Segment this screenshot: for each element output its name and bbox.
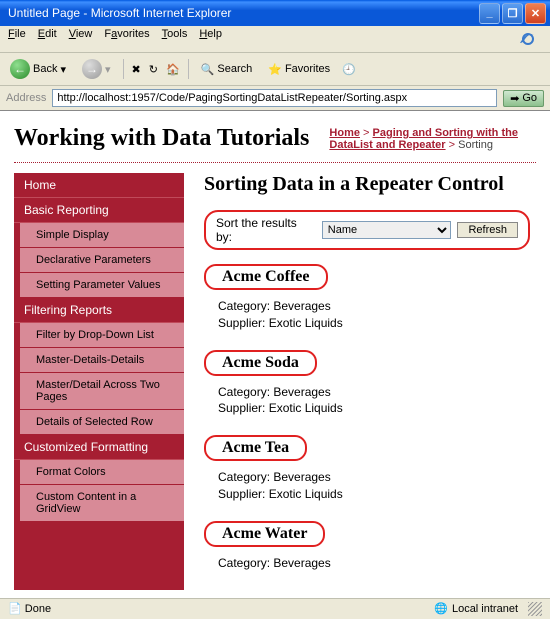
product-item: Acme Water Category: Beverages <box>204 521 530 572</box>
page-heading: Sorting Data in a Repeater Control <box>204 173 530 196</box>
product-meta: Category: BeveragesSupplier: Exotic Liqu… <box>204 469 530 503</box>
product-item: Acme Coffee Category: BeveragesSupplier: … <box>204 264 530 332</box>
sidebar-item[interactable]: Setting Parameter Values <box>14 273 184 298</box>
menu-tools[interactable]: Tools <box>162 28 188 50</box>
toolbar: ←Back ▾ → ▾ ✖ ↻ 🏠 🔍 Search ⭐ Favorites 🕘 <box>0 53 550 86</box>
menu-help[interactable]: Help <box>199 28 222 50</box>
window-title: Untitled Page - Microsoft Internet Explo… <box>4 6 479 20</box>
forward-button: → ▾ <box>78 57 115 81</box>
breadcrumb: Home > Paging and Sorting with the DataL… <box>309 119 536 151</box>
address-input[interactable] <box>52 89 497 107</box>
product-name: Acme Soda <box>204 350 317 376</box>
sidebar-item[interactable]: Declarative Parameters <box>14 248 184 273</box>
product-name: Acme Coffee <box>204 264 328 290</box>
product-meta: Category: Beverages <box>204 555 530 572</box>
address-label: Address <box>6 92 46 104</box>
sort-select[interactable]: Name <box>322 221 452 239</box>
sidebar-section[interactable]: Home <box>14 173 184 198</box>
stop-icon[interactable]: ✖ <box>132 63 141 76</box>
restore-button[interactable]: ❐ <box>502 3 523 24</box>
resize-grip-icon[interactable] <box>528 602 542 616</box>
back-button[interactable]: ←Back ▾ <box>6 57 70 81</box>
favorites-button[interactable]: ⭐ Favorites <box>264 61 334 78</box>
refresh-button[interactable]: Refresh <box>457 222 518 238</box>
titlebar: Untitled Page - Microsoft Internet Explo… <box>0 0 550 26</box>
search-button[interactable]: 🔍 Search <box>197 61 257 78</box>
close-button[interactable]: ✕ <box>525 3 546 24</box>
product-item: Acme Tea Category: BeveragesSupplier: Exo… <box>204 435 530 503</box>
sidebar-item[interactable]: Filter by Drop-Down List <box>14 323 184 348</box>
sidebar-item[interactable]: Master/Detail Across Two Pages <box>14 373 184 410</box>
menu-favorites[interactable]: Favorites <box>104 28 149 50</box>
status-right: 🌐 Local intranet <box>434 602 542 616</box>
history-icon[interactable]: 🕘 <box>342 63 356 76</box>
menu-view[interactable]: View <box>69 28 93 50</box>
sort-label: Sort the results by: <box>216 216 316 244</box>
product-meta: Category: BeveragesSupplier: Exotic Liqu… <box>204 384 530 418</box>
address-bar: Address ➡ Go <box>0 86 550 111</box>
breadcrumb-current: Sorting <box>458 139 493 151</box>
statusbar: 📄 Done 🌐 Local intranet <box>0 598 550 619</box>
refresh-icon[interactable]: ↻ <box>149 63 158 76</box>
sidebar-section[interactable]: Customized Formatting <box>14 435 184 460</box>
home-icon[interactable]: 🏠 <box>166 63 180 76</box>
menubar: File Edit View Favorites Tools Help <box>0 26 550 53</box>
site-title: Working with Data Tutorials <box>14 119 309 158</box>
product-name: Acme Tea <box>204 435 307 461</box>
sidebar-section[interactable]: Filtering Reports <box>14 298 184 323</box>
main-content: Sorting Data in a Repeater Control Sort … <box>198 173 536 590</box>
sidebar: HomeBasic ReportingSimple DisplayDeclara… <box>14 173 184 590</box>
status-left: 📄 Done <box>8 602 51 615</box>
sidebar-item[interactable]: Custom Content in a GridView <box>14 485 184 522</box>
sort-controls: Sort the results by: Name Refresh <box>204 210 530 250</box>
menu-file[interactable]: File <box>8 28 26 50</box>
breadcrumb-home[interactable]: Home <box>329 127 360 139</box>
menu-edit[interactable]: Edit <box>38 28 57 50</box>
sidebar-section[interactable]: Basic Reporting <box>14 198 184 223</box>
sidebar-item[interactable]: Details of Selected Row <box>14 410 184 435</box>
ie-logo-icon <box>512 28 542 50</box>
go-button[interactable]: ➡ Go <box>503 90 544 107</box>
product-item: Acme Soda Category: BeveragesSupplier: Ex… <box>204 350 530 418</box>
sidebar-item[interactable]: Master-Details-Details <box>14 348 184 373</box>
minimize-button[interactable]: _ <box>479 3 500 24</box>
sidebar-item[interactable]: Simple Display <box>14 223 184 248</box>
product-meta: Category: BeveragesSupplier: Exotic Liqu… <box>204 298 530 332</box>
sidebar-item[interactable]: Format Colors <box>14 460 184 485</box>
product-name: Acme Water <box>204 521 325 547</box>
